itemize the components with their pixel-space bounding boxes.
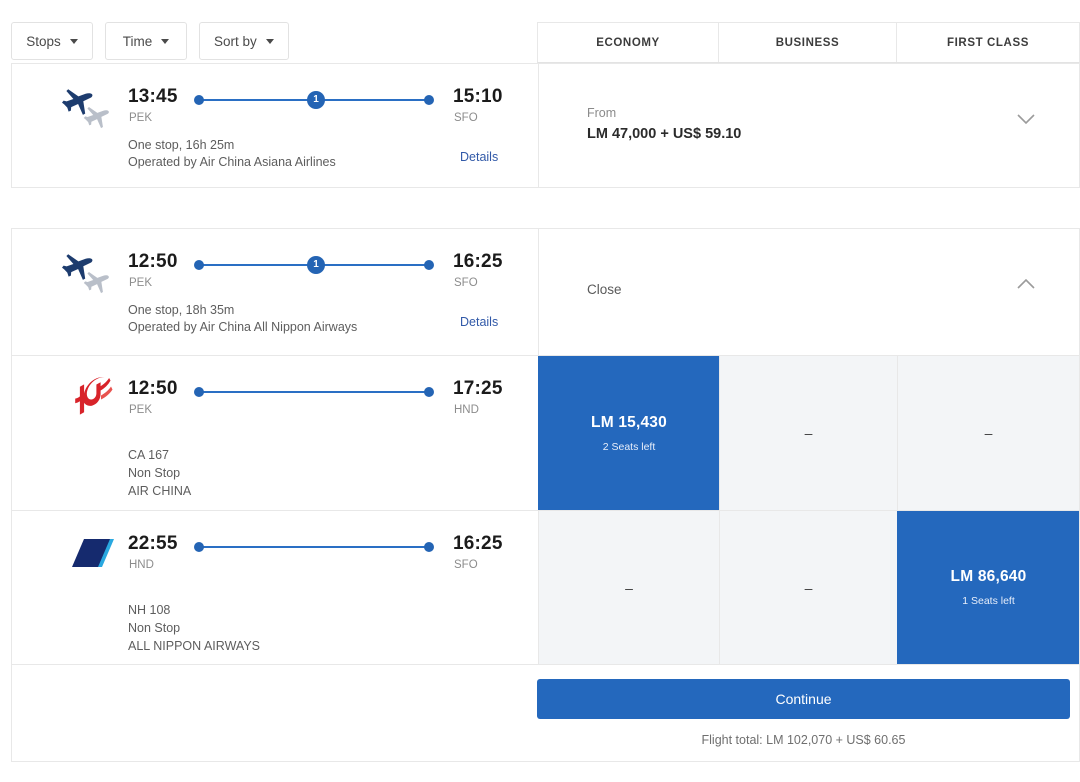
cabin-column-economy: ECONOMY	[538, 23, 719, 62]
fare-cell-first-class-nh108[interactable]: LM 86,640 1 Seats left	[897, 511, 1079, 664]
fare-unavailable: –	[984, 425, 993, 441]
chevron-down-icon[interactable]	[1017, 114, 1035, 125]
two-planes-icon	[61, 252, 117, 296]
fare-price: LM 15,430	[591, 413, 667, 431]
segment-departure-code: HND	[129, 559, 154, 571]
timeline-origin-dot	[194, 260, 204, 270]
timeline-destination-dot	[424, 542, 434, 552]
itinerary-summary-2: 12:50 PEK 1 16:25 SFO One stop, 18h 35m …	[12, 229, 538, 355]
fare-grid-ca167: LM 15,430 2 Seats left – –	[538, 356, 1079, 510]
segment-arrival-time: 16:25	[453, 533, 503, 554]
price-summary-panel-2[interactable]: Close	[538, 229, 1079, 355]
itinerary-card-1: 13:45 PEK 1 15:10 SFO One stop, 16h 25m …	[11, 63, 1080, 188]
filter-stops-button[interactable]: Stops	[11, 22, 93, 60]
fare-unavailable: –	[804, 579, 813, 596]
segment-details-ca167: 12:50 PEK 17:25 HND CA 167 Non Stop AIR …	[12, 356, 538, 510]
timeline-line	[199, 391, 429, 393]
from-label: From	[587, 106, 617, 120]
segment-flight-number: NH 108	[128, 603, 171, 617]
segment-airline-name: AIR CHINA	[128, 484, 192, 498]
arrival-time: 16:25	[453, 251, 503, 272]
arrival-time: 15:10	[453, 86, 503, 107]
segment-timeline	[194, 385, 434, 399]
timeline-origin-dot	[194, 387, 204, 397]
timeline-origin-dot	[194, 542, 204, 552]
details-link[interactable]: Details	[460, 150, 498, 164]
segment-stop-type: Non Stop	[128, 621, 181, 635]
itinerary-summary-1: 13:45 PEK 1 15:10 SFO One stop, 16h 25m …	[12, 64, 538, 187]
operated-by-text: Operated by Air China Asiana Airlines	[128, 155, 336, 169]
segment-departure-time: 12:50	[128, 378, 178, 399]
itinerary-card-2: 12:50 PEK 1 16:25 SFO One stop, 18h 35m …	[11, 228, 1080, 665]
timeline-line	[199, 546, 429, 548]
timeline-stop-badge: 1	[307, 256, 325, 274]
departure-airport-code: PEK	[129, 277, 153, 289]
price-summary-panel-1[interactable]: From LM 47,000 + US$ 59.10	[538, 64, 1079, 187]
segment-row-nh108: 22:55 HND 16:25 SFO NH 108 Non Stop ALL …	[12, 510, 1079, 664]
departure-time: 12:50	[128, 251, 178, 272]
booking-footer: Continue Flight total: LM 102,070 + US$ …	[11, 665, 1080, 762]
ana-logo	[72, 539, 114, 567]
stops-duration-text: One stop, 18h 35m	[128, 303, 235, 317]
arrival-airport-code: SFO	[454, 112, 478, 124]
cabin-column-business: BUSINESS	[719, 23, 897, 62]
two-planes-icon	[61, 87, 117, 131]
timeline-destination-dot	[424, 387, 434, 397]
fare-seats-left: 2 Seats left	[602, 440, 656, 453]
fare-unavailable: –	[625, 579, 633, 596]
segment-arrival-code: HND	[454, 404, 479, 416]
fare-cell-first-class-ca167[interactable]: –	[897, 356, 1079, 510]
segment-arrival-code: SFO	[454, 559, 478, 571]
fare-cell-business-nh108[interactable]: –	[719, 511, 897, 664]
segment-airline-name: ALL NIPPON AIRWAYS	[128, 639, 260, 653]
operated-by-text: Operated by Air China All Nippon Airways	[128, 320, 358, 334]
continue-button[interactable]: Continue	[537, 679, 1070, 719]
segment-flight-number: CA 167	[128, 448, 170, 462]
segment-stop-type: Non Stop	[128, 466, 181, 480]
timeline-destination-dot	[424, 95, 434, 105]
segment-departure-code: PEK	[129, 404, 153, 416]
chevron-down-icon	[161, 38, 170, 44]
timeline-stop-badge: 1	[307, 91, 325, 109]
fare-cell-economy-nh108[interactable]: –	[538, 511, 719, 664]
plane-secondary-icon	[83, 271, 109, 294]
fare-price: LM 86,640	[950, 568, 1027, 585]
cabin-column-first-class: FIRST CLASS	[947, 36, 1029, 49]
route-timeline: 1	[194, 256, 434, 274]
fare-cell-business-ca167[interactable]: –	[719, 356, 897, 510]
arrival-airport-code: SFO	[454, 277, 478, 289]
timeline-destination-dot	[424, 260, 434, 270]
fare-seats-left: 1 Seats left	[962, 595, 1015, 607]
departure-airport-code: PEK	[129, 112, 153, 124]
filter-bar: Stops Time Sort by	[11, 22, 289, 60]
segment-row-ca167: 12:50 PEK 17:25 HND CA 167 Non Stop AIR …	[12, 355, 1079, 510]
filter-time-button[interactable]: Time	[105, 22, 187, 60]
chevron-up-icon[interactable]	[1017, 279, 1035, 290]
segment-arrival-time: 17:25	[453, 378, 503, 399]
timeline-origin-dot	[194, 95, 204, 105]
segment-departure-time: 22:55	[128, 533, 178, 554]
plane-secondary-icon	[83, 106, 109, 129]
segment-details-nh108: 22:55 HND 16:25 SFO NH 108 Non Stop ALL …	[12, 511, 538, 664]
from-price: LM 47,000 + US$ 59.10	[587, 126, 742, 142]
departure-time: 13:45	[128, 86, 178, 107]
flight-total-text: Flight total: LM 102,070 + US$ 60.65	[701, 733, 906, 747]
chevron-down-icon	[69, 38, 78, 44]
filter-time-label: Time	[122, 33, 153, 49]
route-timeline: 1	[194, 91, 434, 109]
filter-sortby-button[interactable]: Sort by	[199, 22, 289, 60]
close-label: Close	[587, 282, 622, 297]
fare-unavailable: –	[804, 425, 813, 441]
fare-cell-economy-ca167[interactable]: LM 15,430 2 Seats left	[538, 356, 719, 510]
filter-sortby-label: Sort by	[214, 33, 257, 49]
stops-duration-text: One stop, 16h 25m	[128, 138, 235, 152]
cabin-class-header: ECONOMY BUSINESS FIRST CLASS	[537, 22, 1080, 63]
segment-timeline	[194, 540, 434, 554]
flight-results-page: Stops Time Sort by ECONOMY BUSINESS FIRS…	[0, 0, 1080, 782]
chevron-down-icon	[265, 38, 274, 44]
fare-grid-nh108: – – LM 86,640 1 Seats left	[538, 511, 1079, 664]
details-link[interactable]: Details	[460, 315, 498, 329]
filter-stops-label: Stops	[26, 33, 61, 49]
air-china-logo	[75, 376, 113, 415]
